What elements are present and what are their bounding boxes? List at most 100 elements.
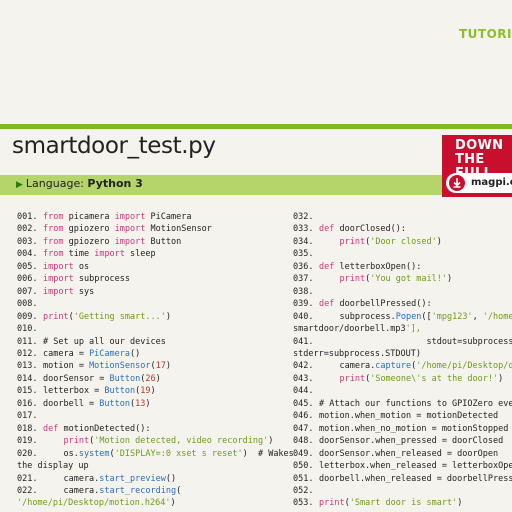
code-line: 041. stdout=subprocess. (293, 336, 512, 348)
code-text: doorSensor.when_pressed = doorClosed (319, 436, 504, 447)
line-number: 012. (17, 348, 38, 359)
code-text: def motionDetected(): (43, 423, 151, 434)
code-line: 034. print('Door closed') (293, 236, 512, 248)
code-text: print('You got mail!') (339, 274, 453, 285)
code-line: 003. from gpiozero import Button (17, 236, 294, 248)
download-line1: DOWN (455, 138, 504, 153)
code-text: doorSensor.when_released = doorOpen (319, 448, 499, 459)
line-number: 037. (293, 274, 314, 285)
code-text: print('Smart door is smart') (319, 498, 463, 509)
code-line: 050. letterbox.when_released = letterboxO… (293, 460, 512, 472)
line-number: 047. (293, 423, 314, 434)
code-line: 042. camera.capture('/home/pi/Desktop/do (293, 360, 512, 372)
line-number: 007. (17, 286, 38, 297)
line-number: 001. (17, 212, 38, 222)
code-line: 046. motion.when_motion = motionDetected (293, 410, 512, 422)
code-text: from gpiozero import MotionSensor (43, 224, 212, 235)
code-line: 044. (293, 385, 512, 397)
code-column-right: 032. 033. def doorClosed(): 034. print('Doo… (293, 211, 512, 510)
line-number: 003. (17, 236, 38, 247)
code-line: 051. doorbell.when_released = doorbellPre… (293, 473, 512, 485)
code-text: import os (43, 261, 90, 272)
code-line: 017. (17, 410, 294, 422)
line-number: 033. (293, 224, 314, 235)
language-key: Language: (25, 177, 84, 190)
code-column-left: 001. from picamera import PiCamera 002. fro… (17, 211, 294, 510)
code-text: stdout=subprocess. (319, 336, 512, 347)
code-text: import subprocess (43, 274, 131, 285)
line-number: 014. (17, 373, 38, 384)
code-line: 048. doorSensor.when_pressed = doorClosed (293, 435, 512, 447)
line-number: 045. (293, 398, 314, 409)
line-number: 039. (293, 299, 314, 310)
code-line: smartdoor/doorbell.mp3'], (293, 323, 512, 335)
code-line: 049. doorSensor.when_released = doorOpen (293, 448, 512, 460)
line-number: 050. (293, 461, 314, 472)
code-line: 004. from time import sleep (17, 248, 294, 260)
code-text: print('Door closed') (339, 236, 442, 247)
code-text: # Set up all our devices (43, 336, 166, 347)
code-text: from picamera import PiCamera (43, 212, 192, 222)
code-line: 012. camera = PiCamera() (17, 348, 294, 360)
code-line: 036. def letterboxOpen(): (293, 261, 512, 273)
code-line: 033. def doorClosed(): (293, 223, 512, 235)
line-number: 043. (293, 373, 314, 384)
code-line: 038. (293, 286, 512, 298)
code-line: 018. def motionDetected(): (17, 423, 294, 435)
code-text: doorbell = Button(13) (43, 398, 151, 409)
code-line: 019. print('Motion detected, video recor… (17, 435, 294, 447)
line-number: 020. (17, 448, 38, 459)
language-label: ▶ Language: Python 3 (16, 177, 143, 190)
code-line: 013. motion = MotionSensor(17) (17, 360, 294, 372)
code-line: 052. (293, 485, 512, 497)
code-text: the display up (17, 461, 89, 472)
code-text: motion = MotionSensor(17) (43, 361, 171, 372)
code-line: 035. (293, 248, 512, 260)
line-number: 013. (17, 361, 38, 372)
code-line: 043. print('Someone\'s at the door!') (293, 373, 512, 385)
code-text: print('Motion detected, video recording'… (63, 436, 274, 447)
code-text: os.system('DISPLAY=:0 xset s reset') # W… (43, 448, 294, 459)
code-line: 007. import sys (17, 286, 294, 298)
line-number: 017. (17, 411, 38, 422)
line-number: 040. (293, 311, 314, 322)
code-line: stderr=subprocess.STDOUT) (293, 348, 512, 360)
code-text: '/home/pi/Desktop/motion.h264') (17, 498, 176, 509)
download-site[interactable]: magpi.c (471, 177, 512, 188)
line-number: 053. (293, 498, 314, 509)
code-line: the display up (17, 460, 294, 472)
code-line: 053. print('Smart door is smart') (293, 497, 512, 509)
line-number: 044. (293, 386, 314, 397)
line-number: 002. (17, 224, 38, 235)
code-line: 022. camera.start_recording( (17, 485, 294, 497)
line-number: 016. (17, 398, 38, 409)
code-line: 008. (17, 298, 294, 310)
code-line: 047. motion.when_no_motion = motionStoppe… (293, 423, 512, 435)
line-number: 008. (17, 299, 38, 310)
line-number: 011. (17, 336, 38, 347)
code-line: 037. print('You got mail!') (293, 273, 512, 285)
code-text: letterbox.when_released = letterboxOpen (319, 461, 512, 472)
code-text: def doorbellPressed(): (319, 299, 432, 310)
code-text: doorbell.when_released = doorbellPresse (319, 473, 512, 484)
code-line: 002. from gpiozero import MotionSensor (17, 223, 294, 235)
code-line: 011. # Set up all our devices (17, 336, 294, 348)
line-number: 041. (293, 336, 314, 347)
line-number: 042. (293, 361, 314, 372)
line-number: 018. (17, 423, 38, 434)
code-text: def letterboxOpen(): (319, 261, 422, 272)
code-line: 001. from picamera import PiCamera (17, 211, 294, 223)
code-text: camera.capture('/home/pi/Desktop/do (319, 361, 512, 372)
language-value: Python 3 (87, 177, 143, 190)
code-text: letterbox = Button(19) (43, 386, 156, 397)
code-line: 039. def doorbellPressed(): (293, 298, 512, 310)
code-text: stderr=subprocess.STDOUT) (293, 348, 421, 359)
download-icon (449, 175, 465, 191)
line-number: 046. (293, 411, 314, 422)
listing-title: smartdoor_test.py (12, 133, 216, 159)
line-number: 034. (293, 236, 314, 247)
code-text: from time import sleep (43, 249, 156, 260)
line-number: 009. (17, 311, 38, 322)
line-number: 035. (293, 249, 314, 260)
code-text: doorSensor = Button(26) (43, 373, 161, 384)
